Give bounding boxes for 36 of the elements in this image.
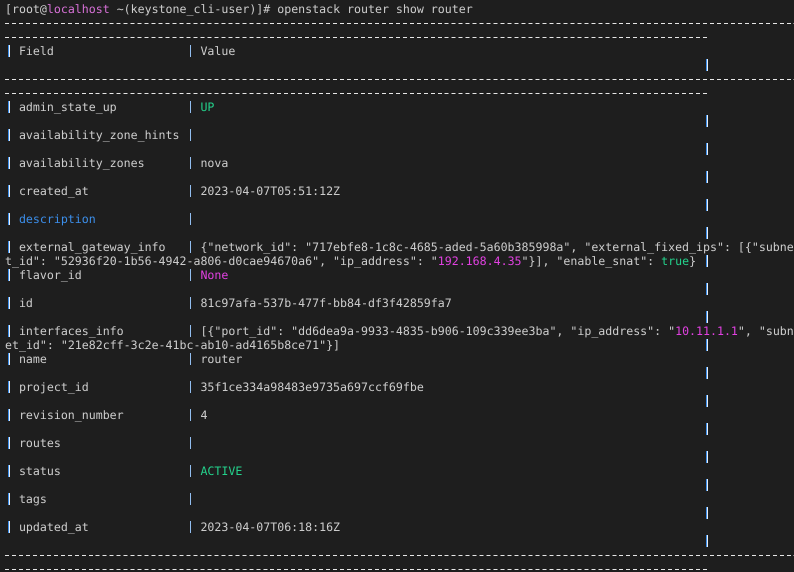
field-name: routes xyxy=(18,436,61,450)
field-value: ACTIVE xyxy=(200,464,242,478)
field-name: id xyxy=(18,296,33,310)
field-value: nova xyxy=(200,156,228,170)
field-name: status xyxy=(18,464,61,478)
prompt-text: ~(keystone_cli-user)]# xyxy=(116,2,270,16)
field-value: {"network_id": "717ebfe8-1c8c-4685-aded-5a60b385998a", "external_fixed_ips": [{"subne xyxy=(200,240,794,254)
field-name: tags xyxy=(18,492,47,506)
field-value: 35f1ce334a98483e9735a697ccf69fbe xyxy=(200,380,424,394)
field-value: 81c97afa-537b-477f-bb84-df3f42859fa7 xyxy=(200,296,452,310)
field-value: 2023-04-07T06:18:16Z xyxy=(200,520,340,534)
field-name: availability_zones xyxy=(18,156,145,170)
field-name: availability_zone_hints xyxy=(18,128,180,142)
field-value: [{"port_id": "dd6dea9a-9933-4835-b906-109c339ee3ba", "ip_address": "10.11.1.1", "subn xyxy=(200,324,794,338)
column-header: Field xyxy=(18,44,54,58)
field-value: t_id": "52936f20-1b56-4942-a806-d0cae94670a6", "ip_address": "192.168.4.35"}], "enable_snat": true} xyxy=(5,254,696,268)
field-name: interfaces_info xyxy=(18,324,124,338)
field-value: None xyxy=(200,268,228,282)
prompt-text: [root@ xyxy=(5,2,47,16)
field-name: project_id xyxy=(18,380,89,394)
command-text: openstack router show router xyxy=(276,2,473,16)
field-name: flavor_id xyxy=(18,268,82,282)
field-name: revision_number xyxy=(18,408,124,422)
field-value: et_id": "21e82cff-3c2e-41bc-ab10-ad4165b8ce71"}] xyxy=(5,338,340,352)
field-name: name xyxy=(18,352,47,366)
field-name: updated_at xyxy=(18,520,89,534)
field-value: 4 xyxy=(200,408,208,422)
field-value: router xyxy=(200,352,242,366)
field-name: description xyxy=(18,212,96,226)
column-header: Value xyxy=(200,44,236,58)
field-name: admin_state_up xyxy=(18,100,117,114)
field-value: 2023-04-07T05:51:12Z xyxy=(200,184,340,198)
prompt-text: localhost xyxy=(46,2,110,16)
field-value: UP xyxy=(200,100,214,114)
field-name: external_gateway_info xyxy=(18,240,166,254)
field-name: created_at xyxy=(18,184,89,198)
